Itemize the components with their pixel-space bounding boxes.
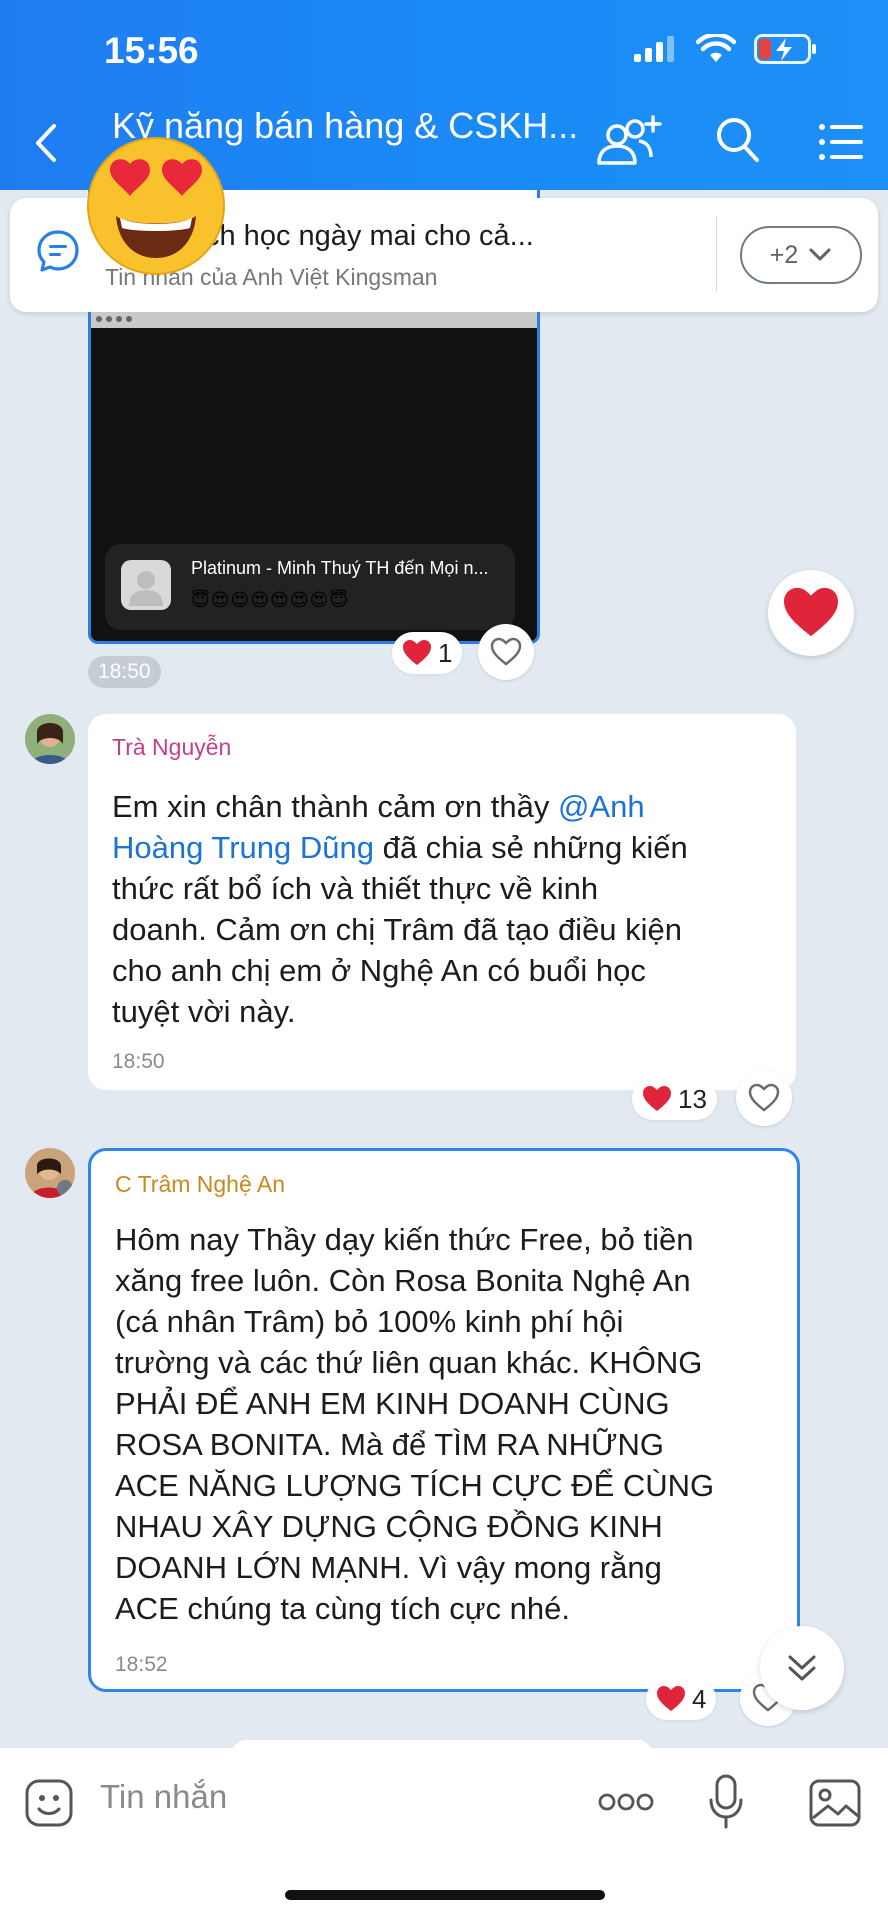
image-gallery-icon (809, 1779, 861, 1827)
sender-name[interactable]: Trà Nguyễn (112, 734, 231, 761)
add-member-icon (597, 115, 662, 165)
signal-icon (634, 36, 674, 62)
message-line: cho anh chị em ở Nghệ An có buổi học (112, 953, 646, 988)
message-line: Hôm nay Thầy dạy kiến thức Free, bỏ tiền (115, 1222, 694, 1257)
text-span: Em xin chân thành cảm ơn thầy (112, 789, 558, 824)
message-line: DOANH LỚN MẠNH. Vì vậy mong rằng (115, 1550, 662, 1585)
video-message[interactable]: Platinum - Minh Thuý TH đến Mọi n... 😇😍😍… (88, 312, 540, 644)
video-comment-card: Platinum - Minh Thuý TH đến Mọi n... 😇😍😍… (105, 544, 515, 630)
sticker-icon (25, 1779, 73, 1827)
status-time: 15:56 (104, 30, 199, 71)
message-line: (cá nhân Trâm) bỏ 100% kinh phí hội (115, 1304, 624, 1339)
video-comment-name: Platinum - Minh Thuý TH đến Mọi n... (191, 558, 489, 578)
message-line: ACE NĂNG LƯỢNG TÍCH CỰC ĐỂ CÙNG (115, 1468, 715, 1503)
message-line: thức rất bổ ích và thiết thực về kinh (112, 871, 599, 906)
heart-icon (643, 1086, 671, 1111)
message-bubble-highlighted[interactable]: C Trâm Nghệ An Hôm nay Thầy dạy kiến thứ… (88, 1148, 800, 1692)
sticker-button[interactable] (24, 1778, 74, 1833)
avatar (121, 560, 171, 610)
battery-icon (754, 34, 816, 64)
microphone-icon (709, 1774, 743, 1829)
avatar[interactable] (25, 714, 75, 764)
reaction-count: 4 (692, 1683, 707, 1714)
more-dots-icon (598, 1793, 654, 1811)
heart-outline-icon (490, 637, 522, 666)
message-bubble[interactable]: Trà Nguyễn Em xin chân thành cảm ơn thầy… (88, 714, 796, 1090)
mention-link[interactable]: Hoàng Trung Dũng (112, 830, 374, 865)
message-line: PHẢI ĐỂ ANH EM KINH DOANH CÙNG (115, 1386, 670, 1421)
chevron-down-icon (809, 248, 831, 261)
avatar[interactable] (25, 1148, 75, 1198)
message-line: NHAU XÂY DỰNG CỘNG ĐỒNG KINH (115, 1509, 663, 1544)
search-icon (717, 118, 759, 162)
menu-button[interactable] (818, 122, 864, 167)
message-time: 18:52 (115, 1653, 168, 1676)
reaction-count: 13 (678, 1083, 707, 1114)
message-text: Em xin chân thành cảm ơn thầy @Anh Hoàng… (112, 786, 688, 1032)
message-line: tuyệt vời này. (112, 994, 296, 1029)
message-line: ACE chúng ta cùng tích cực nhé. (115, 1591, 571, 1626)
mention-link[interactable]: @Anh (558, 789, 645, 824)
sender-name[interactable]: C Trâm Nghệ An (115, 1171, 285, 1198)
wifi-icon (696, 34, 736, 62)
message-time: 18:50 (112, 1050, 165, 1073)
message-input[interactable]: Tin nhắn (100, 1778, 227, 1816)
message-line: ROSA BONITA. Mà để TÌM RA NHỮNG (115, 1427, 664, 1462)
heart-icon (657, 1686, 685, 1711)
reaction-count: 1 (438, 637, 453, 668)
video-control-strip (91, 312, 537, 328)
group-members-button[interactable] (595, 115, 663, 172)
divider (716, 216, 717, 292)
message-line: Em xin chân thành cảm ơn thầy @Anh (112, 786, 688, 827)
more-pinned-button[interactable]: +2 (740, 226, 862, 284)
pinned-chat-icon (35, 228, 81, 279)
react-button[interactable] (736, 1070, 792, 1126)
search-button[interactable] (714, 115, 762, 170)
video-comment-emojis: 😇😍😍😍😍😍😍😇 (191, 590, 350, 610)
double-chevron-down-icon (788, 1655, 816, 1681)
reaction-summary[interactable]: 13 (632, 1078, 717, 1120)
list-menu-icon (819, 124, 863, 160)
message-line: xăng free luôn. Còn Rosa Bonita Nghệ An (115, 1263, 691, 1298)
back-button[interactable] (30, 118, 60, 168)
more-pinned-count: +2 (769, 240, 799, 269)
floating-heart-eyes-emoji (84, 134, 228, 278)
status-icons (634, 34, 818, 64)
voice-button[interactable] (708, 1774, 744, 1835)
react-button[interactable] (478, 624, 534, 680)
heart-outline-icon (748, 1083, 780, 1112)
message-line: trường và các thứ liên quan khác. KHÔNG (115, 1345, 703, 1380)
scroll-to-bottom-button[interactable] (760, 1626, 844, 1710)
more-options-button[interactable] (598, 1790, 654, 1819)
heart-icon (784, 587, 838, 637)
home-indicator (285, 1890, 605, 1900)
reaction-summary[interactable]: 4 (646, 1678, 717, 1720)
image-button[interactable] (808, 1778, 862, 1833)
quick-heart-button[interactable] (768, 570, 854, 656)
timestamp-badge: 18:50 (88, 656, 161, 688)
chevron-left-icon (36, 124, 56, 162)
heart-icon (403, 640, 431, 665)
reaction-summary[interactable]: 1 (392, 632, 463, 674)
message-line: Hoàng Trung Dũng đã chia sẻ những kiến (112, 827, 688, 868)
message-text: Hôm nay Thầy dạy kiến thức Free, bỏ tiền… (115, 1219, 714, 1629)
text-span: đã chia sẻ những kiến (373, 830, 688, 865)
message-line: doanh. Cảm ơn chị Trâm đã tạo điều kiện (112, 912, 683, 947)
